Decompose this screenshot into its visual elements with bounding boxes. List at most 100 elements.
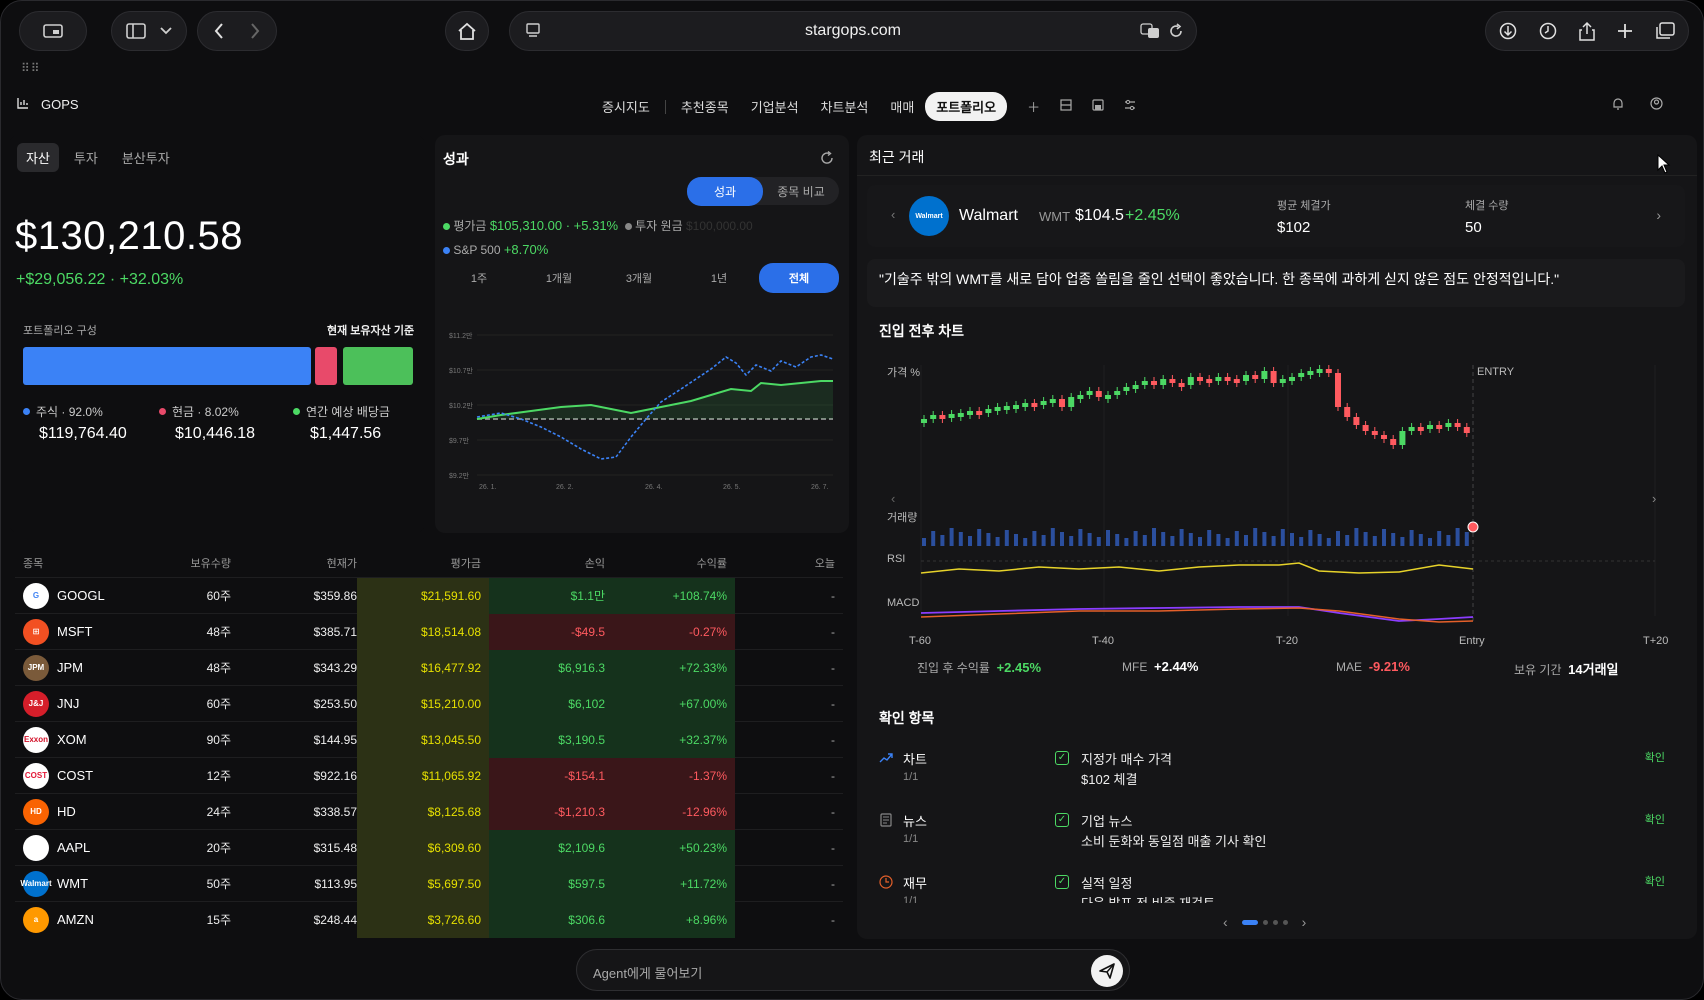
table-row[interactable]: AAPL 20주 $315.48 $6,309.60 $2,109.6 +50.23% - bbox=[15, 829, 843, 866]
avg-label: 평가금 bbox=[453, 219, 487, 233]
menu-item-recommend[interactable]: 추천종목 bbox=[670, 92, 740, 121]
table-row[interactable]: G GOOGL 60주 $359.86 $21,591.60 $1.1만 +108.74% - bbox=[15, 577, 843, 614]
check-status: 확인 bbox=[1644, 814, 1665, 826]
new-tab-icon[interactable] bbox=[1617, 23, 1633, 39]
profile-icon[interactable] bbox=[1650, 97, 1663, 113]
table-row[interactable]: Exxon XOM 90주 $144.95 $13,045.50 $3,190.5 +32.… bbox=[15, 721, 843, 758]
download-icon[interactable] bbox=[1499, 22, 1517, 40]
candle bbox=[1141, 381, 1148, 385]
col-name[interactable]: 종목 bbox=[15, 549, 147, 577]
ticker: MSFT bbox=[57, 624, 93, 639]
composition-basis[interactable]: 현재 보유자산 기준 bbox=[327, 322, 414, 338]
bell-icon[interactable] bbox=[1612, 97, 1624, 113]
chevron-down-icon[interactable] bbox=[160, 27, 172, 35]
tab-assets[interactable]: 자산 bbox=[17, 143, 59, 172]
range-1m[interactable]: 1개월 bbox=[519, 263, 599, 293]
cell-price: $343.29 bbox=[313, 660, 357, 675]
candle bbox=[1279, 379, 1286, 383]
home-button[interactable] bbox=[445, 11, 489, 51]
col-pl[interactable]: 손익 bbox=[489, 549, 613, 577]
pager-next-icon[interactable]: › bbox=[1302, 914, 1307, 930]
trade-card[interactable]: ‹ Walmart Walmart WMT $104.5 +2.45% 평균 체… bbox=[867, 185, 1685, 247]
translate-icon[interactable] bbox=[1140, 23, 1160, 39]
settings-icon[interactable] bbox=[1114, 94, 1146, 119]
cell-name: JPM JPM bbox=[15, 650, 147, 686]
x-tick: T+20 bbox=[1643, 635, 1668, 647]
volume-bar bbox=[1207, 530, 1212, 546]
forward-icon[interactable] bbox=[250, 23, 260, 39]
pager-dot-active[interactable] bbox=[1241, 919, 1258, 925]
ticker: GOOGL bbox=[57, 588, 105, 603]
pager-dot[interactable] bbox=[1282, 919, 1288, 925]
history-icon[interactable] bbox=[1539, 22, 1557, 40]
next-trade-icon[interactable]: › bbox=[1656, 207, 1661, 223]
check-item-chart[interactable]: 차트 1/1 ✓ 지정가 매수 가격 $102 체결 확인 bbox=[879, 747, 1679, 801]
cell-qty: 48주 bbox=[206, 661, 231, 675]
layout-icon[interactable] bbox=[1050, 94, 1082, 119]
menu-item-company[interactable]: 기업분석 bbox=[740, 92, 810, 121]
reload-icon[interactable] bbox=[1168, 23, 1184, 39]
table-row[interactable]: Walmart WMT 50주 $113.95 $5,697.50 $597.5 +11.7… bbox=[15, 865, 843, 902]
volume-bar bbox=[1262, 532, 1267, 546]
save-icon[interactable] bbox=[1082, 94, 1114, 119]
cell-today: - bbox=[831, 624, 835, 639]
segment-performance[interactable]: 성과 bbox=[687, 176, 763, 206]
sidebar-icon bbox=[126, 23, 146, 39]
menu-item-chart[interactable]: 차트분석 bbox=[810, 92, 880, 121]
table-row[interactable]: ⊞ MSFT 48주 $385.71 $18,514.08 -$49.5 -0.27% - bbox=[15, 613, 843, 650]
table-row[interactable]: COST COST 12주 $922.16 $11,065.92 -$154.1 -1.37… bbox=[15, 757, 843, 794]
range-3m[interactable]: 3개월 bbox=[599, 263, 679, 293]
chart-prev-icon[interactable]: ‹ bbox=[891, 491, 895, 506]
range-all[interactable]: 전체 bbox=[759, 263, 839, 293]
share-icon[interactable] bbox=[1579, 21, 1595, 41]
tabs-icon[interactable] bbox=[1655, 22, 1675, 40]
col-value[interactable]: 평가금 bbox=[357, 549, 489, 577]
menu-item-market-map[interactable]: 증시지도 bbox=[591, 92, 661, 121]
menu-item-trade[interactable]: 매매 bbox=[879, 92, 925, 121]
volume-bar bbox=[1170, 536, 1175, 546]
check-item-news[interactable]: 뉴스 1/1 ✓ 기업 뉴스 소비 둔화와 동일점 매출 기사 확인 확인 bbox=[879, 809, 1679, 863]
menu-item-portfolio[interactable]: 포트폴리오 bbox=[925, 92, 1008, 121]
pager-dot[interactable] bbox=[1272, 919, 1278, 925]
tab-diversify[interactable]: 분산투자 bbox=[113, 143, 179, 172]
stock-logo-icon: COST bbox=[23, 762, 49, 789]
col-today[interactable]: 오늘 bbox=[735, 549, 841, 577]
check-item-finance[interactable]: 재무 1/1 ✓ 실적 일정 다음 발표 전 비중 재검토 확인 bbox=[879, 871, 1679, 903]
table-row[interactable]: JPM JPM 48주 $343.29 $16,477.92 $6,916.3 +72.33… bbox=[15, 649, 843, 686]
ticker: HD bbox=[57, 804, 76, 819]
sidebar-toggle-button[interactable] bbox=[19, 11, 87, 51]
range-1w[interactable]: 1주 bbox=[439, 263, 519, 293]
table-row[interactable]: HD HD 24주 $338.57 $8,125.68 -$1,210.3 -12.96% - bbox=[15, 793, 843, 830]
col-price[interactable]: 현재가 bbox=[231, 549, 357, 577]
back-icon[interactable] bbox=[214, 23, 224, 39]
apps-grid-icon[interactable]: ⠿⠿ bbox=[21, 61, 41, 75]
chart-next-icon[interactable]: › bbox=[1652, 491, 1656, 506]
tab-invest[interactable]: 투자 bbox=[65, 143, 107, 172]
cell-price: $144.95 bbox=[313, 732, 357, 747]
pager-dot[interactable] bbox=[1262, 919, 1268, 925]
range-1y[interactable]: 1년 bbox=[679, 263, 759, 293]
address-bar[interactable]: stargops.com bbox=[509, 11, 1197, 51]
table-row[interactable]: J&J JNJ 60주 $253.50 $15,210.00 $6,102 +67.00% - bbox=[15, 685, 843, 722]
segment-compare[interactable]: 종목 비교 bbox=[763, 177, 839, 206]
value-area bbox=[477, 381, 833, 419]
trade-change: +2.45% bbox=[1125, 207, 1180, 224]
dividend-dot bbox=[293, 408, 300, 415]
send-button[interactable] bbox=[1091, 955, 1123, 987]
trend-icon bbox=[879, 751, 893, 769]
browser-toolbar: stargops.com bbox=[1, 1, 1703, 63]
cell-value: $15,210.00 bbox=[357, 685, 489, 722]
entry-marker[interactable] bbox=[1467, 521, 1479, 533]
col-ret[interactable]: 수익률 bbox=[613, 549, 735, 577]
sidebar-button[interactable] bbox=[111, 11, 187, 51]
pager-prev-icon[interactable]: ‹ bbox=[1223, 914, 1228, 930]
refresh-icon[interactable] bbox=[820, 150, 834, 170]
brand[interactable]: GOPS bbox=[17, 97, 79, 112]
col-qty[interactable]: 보유수량 bbox=[147, 549, 231, 577]
volume-bar bbox=[1014, 534, 1018, 546]
candle bbox=[1270, 371, 1277, 383]
table-row[interactable]: a AMZN 15주 $248.44 $3,726.60 $306.6 +8.96% - bbox=[15, 901, 843, 938]
prev-trade-icon[interactable]: ‹ bbox=[891, 207, 895, 222]
add-icon[interactable]: ＋ bbox=[1017, 92, 1050, 121]
agent-input[interactable]: Agent에게 물어보기 bbox=[576, 949, 1130, 991]
